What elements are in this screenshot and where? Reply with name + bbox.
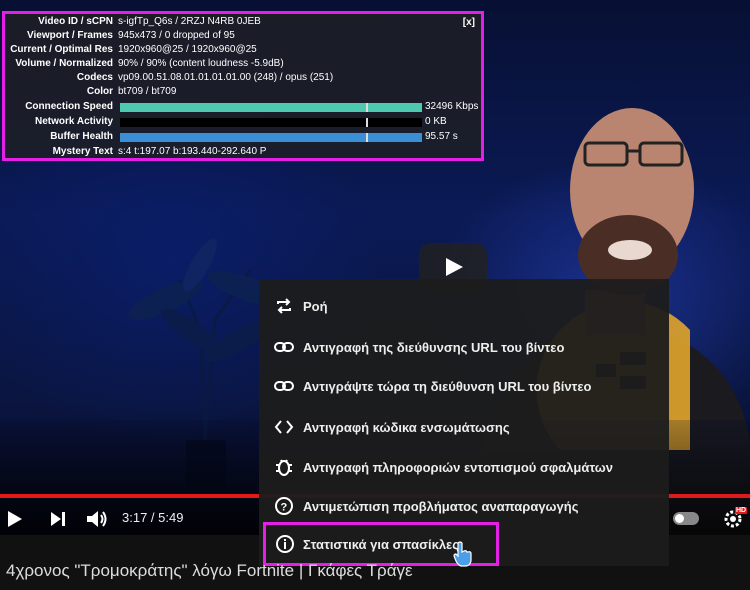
svg-text:?: ? xyxy=(281,502,288,514)
menu-item-copy-embed-code[interactable]: Αντιγραφή κώδικα ενσωμάτωσης xyxy=(259,407,669,447)
settings-button[interactable]: HD xyxy=(722,505,748,533)
stats-row-color: Color bt709 / bt709 xyxy=(86,86,177,97)
hd-badge: HD xyxy=(735,507,748,514)
embed-code-icon xyxy=(259,407,303,447)
menu-item-copy-url[interactable]: Αντιγραφή της διεύθυνσης URL του βίντεο xyxy=(259,327,669,367)
play-icon xyxy=(8,511,22,527)
menu-item-loop[interactable]: Ροή xyxy=(259,286,669,326)
play-button[interactable] xyxy=(4,505,26,533)
hand-cursor-icon xyxy=(453,541,472,567)
bug-icon xyxy=(259,447,303,487)
stats-row-codecs: Codecs vp09.00.51.08.01.01.01.01.00 (248… xyxy=(76,72,334,83)
connection-speed-graph xyxy=(120,103,422,112)
stats-row-connection-speed: Connection Speed 32496 Kbps xyxy=(25,101,479,112)
stats-row-volume: Volume / Normalized 90% / 90% (content l… xyxy=(15,58,284,69)
time-display: 3:17 / 5:49 xyxy=(122,510,184,525)
autoplay-toggle[interactable] xyxy=(673,512,699,525)
stats-row-buffer-health: Buffer Health 95.57 s xyxy=(50,131,458,142)
link-icon xyxy=(259,327,303,367)
loop-icon xyxy=(259,286,303,326)
info-icon xyxy=(266,524,303,564)
link-icon xyxy=(259,366,303,406)
stats-row-resolution: Current / Optimal Res 1920x960@25 / 1920… xyxy=(10,44,257,55)
buffer-health-graph xyxy=(120,133,422,142)
next-icon xyxy=(51,512,65,526)
context-menu: Ροή Αντιγραφή της διεύθυνσης URL του βίν… xyxy=(259,279,669,566)
stats-for-nerds-panel: [x] Video ID / sCPN s-igfTp_Q6s / 2RZJ N… xyxy=(2,11,484,161)
video-title: 4χρονος "Τρομοκράτης" λόγω Fortnite | Γκ… xyxy=(6,561,413,580)
next-button[interactable] xyxy=(48,505,68,533)
menu-item-copy-url-at-time[interactable]: Αντιγράψτε τώρα τη διεύθυνση URL του βίν… xyxy=(259,366,669,406)
menu-item-copy-debug-info[interactable]: Αντιγραφή πληροφοριών εντοπισμού σφαλμάτ… xyxy=(259,447,669,487)
stats-row-video-id: Video ID / sCPN s-igfTp_Q6s / 2RZJ N4RB … xyxy=(38,16,261,27)
help-icon: ? xyxy=(259,486,303,526)
volume-button[interactable] xyxy=(84,505,110,533)
stats-row-mystery-text: Mystery Text s:4 t:197.07 b:193.440-292.… xyxy=(52,146,267,157)
stats-row-viewport: Viewport / Frames 945x473 / 0 dropped of… xyxy=(27,30,235,41)
stats-row-network-activity: Network Activity 0 KB xyxy=(35,116,447,127)
volume-icon xyxy=(87,511,107,527)
network-activity-graph xyxy=(120,118,422,127)
menu-item-troubleshoot[interactable]: ? Αντιμετώπιση προβλήματος αναπαραγωγής xyxy=(259,486,669,526)
